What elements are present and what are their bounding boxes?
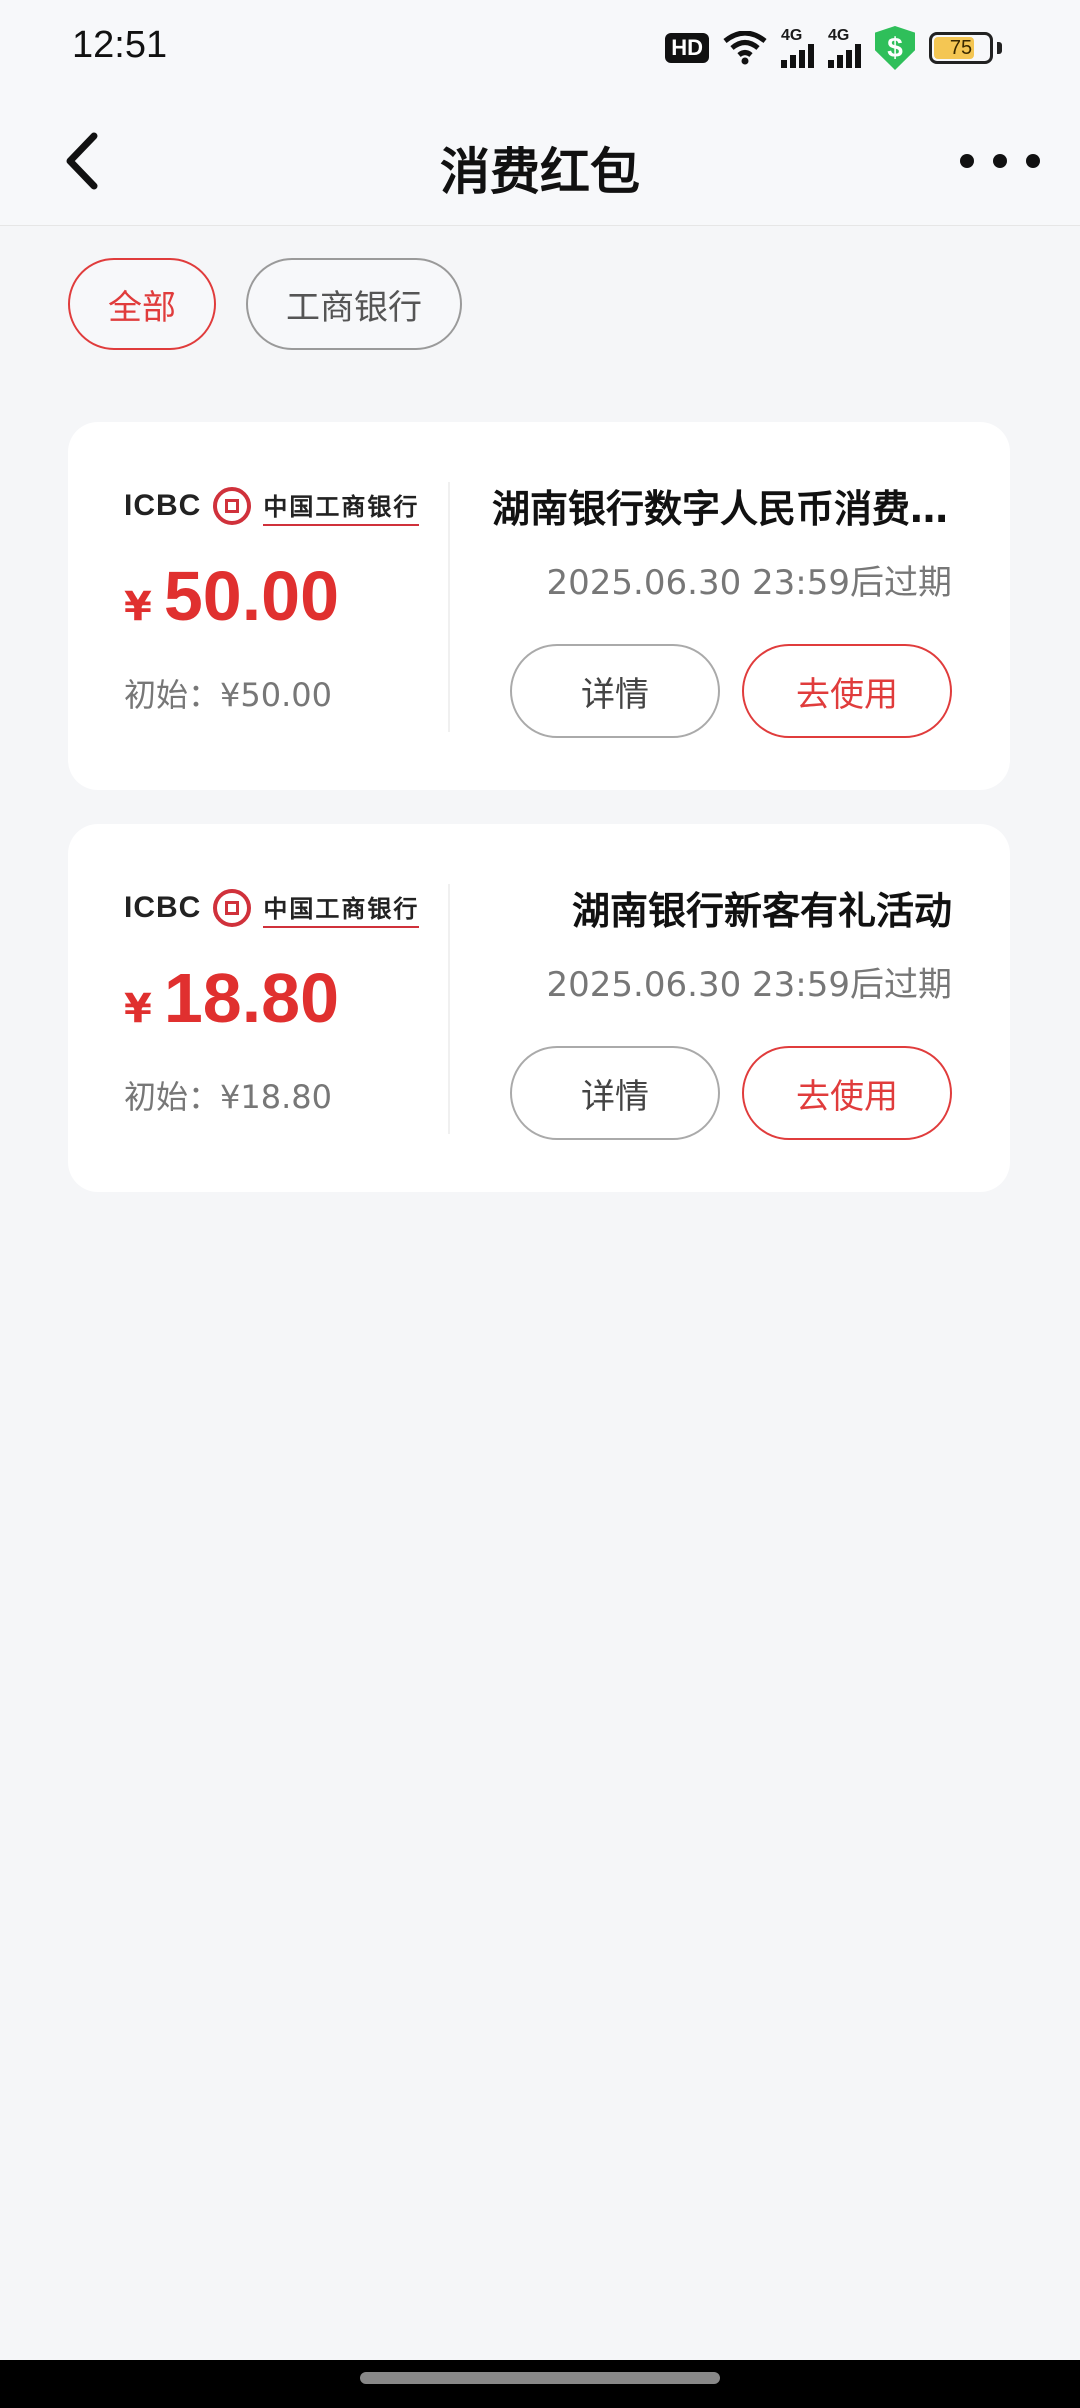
nav-bar: 消费红包 xyxy=(0,96,1080,226)
detail-button[interactable]: 详情 xyxy=(510,644,720,738)
more-button[interactable] xyxy=(960,136,1040,186)
status-icons: HD 4G 4G $ 75 xyxy=(665,26,1002,70)
icbc-emblem-icon xyxy=(213,889,252,927)
cellular-signal-icon: 4G xyxy=(828,28,861,68)
use-button[interactable]: 去使用 xyxy=(742,1046,952,1140)
amount-value: 18.80 xyxy=(163,959,340,1037)
coupon-amount-section: ICBC 中国工商银行 ¥ 50.00 初始：¥50.00 xyxy=(124,484,444,716)
currency-symbol: ¥ xyxy=(124,584,152,630)
amount-value: 50.00 xyxy=(163,557,340,635)
use-button[interactable]: 去使用 xyxy=(742,644,952,738)
battery-tip xyxy=(997,42,1002,54)
more-dot-icon xyxy=(960,154,974,168)
coupon-card[interactable]: ICBC 中国工商银行 ¥ 18.80 初始：¥18.80 湖南银行新客有礼活动… xyxy=(68,824,1010,1192)
filter-chip-icbc[interactable]: 工商银行 xyxy=(246,258,462,350)
status-time: 12:51 xyxy=(72,24,168,66)
wifi-icon xyxy=(723,31,767,65)
coupon-title: 湖南银行数字人民币消费红包 xyxy=(492,487,952,531)
coupon-actions: 详情 去使用 xyxy=(492,1046,952,1140)
coupon-amount: ¥ 18.80 xyxy=(124,958,444,1038)
filter-tabs: 全部 工商银行 xyxy=(68,258,462,350)
card-divider xyxy=(448,884,450,1134)
coupon-info-section: 湖南银行新客有礼活动 2025.06.30 23:59后过期 详情 去使用 xyxy=(492,880,952,1140)
coupon-expiry: 2025.06.30 23:59后过期 xyxy=(546,965,952,1005)
coupon-info-section: 湖南银行数字人民币消费红包 2025.06.30 23:59后过期 详情 去使用 xyxy=(492,478,952,738)
initial-amount: 初始：¥18.80 xyxy=(124,1078,332,1116)
coupon-amount-section: ICBC 中国工商银行 ¥ 18.80 初始：¥18.80 xyxy=(124,886,444,1118)
battery-level: 75 xyxy=(949,36,973,59)
coupon-title: 湖南银行新客有礼活动 xyxy=(571,889,952,933)
detail-button[interactable]: 详情 xyxy=(510,1046,720,1140)
card-divider xyxy=(448,482,450,732)
security-shield-icon: $ xyxy=(875,26,915,70)
gesture-bar xyxy=(0,2360,1080,2408)
currency-symbol: ¥ xyxy=(124,986,152,1032)
more-dot-icon xyxy=(1026,154,1040,168)
icbc-logo: ICBC 中国工商银行 xyxy=(124,886,444,930)
coupon-expiry: 2025.06.30 23:59后过期 xyxy=(546,563,952,603)
status-bar: 12:51 HD 4G 4G $ 75 xyxy=(0,0,1080,96)
coupon-amount: ¥ 50.00 xyxy=(124,556,444,636)
coupon-card[interactable]: ICBC 中国工商银行 ¥ 50.00 初始：¥50.00 湖南银行数字人民币消… xyxy=(68,422,1010,790)
coupon-actions: 详情 去使用 xyxy=(492,644,952,738)
battery-icon: 75 xyxy=(929,32,993,64)
initial-amount: 初始：¥50.00 xyxy=(124,676,332,714)
hd-icon: HD xyxy=(665,33,709,63)
page-title: 消费红包 xyxy=(440,143,640,201)
more-dot-icon xyxy=(993,154,1007,168)
icbc-logo: ICBC 中国工商银行 xyxy=(124,484,444,528)
home-indicator[interactable] xyxy=(360,2372,720,2384)
icbc-emblem-icon xyxy=(213,487,252,525)
cellular-signal-icon: 4G xyxy=(781,28,814,68)
filter-chip-all[interactable]: 全部 xyxy=(68,258,216,350)
